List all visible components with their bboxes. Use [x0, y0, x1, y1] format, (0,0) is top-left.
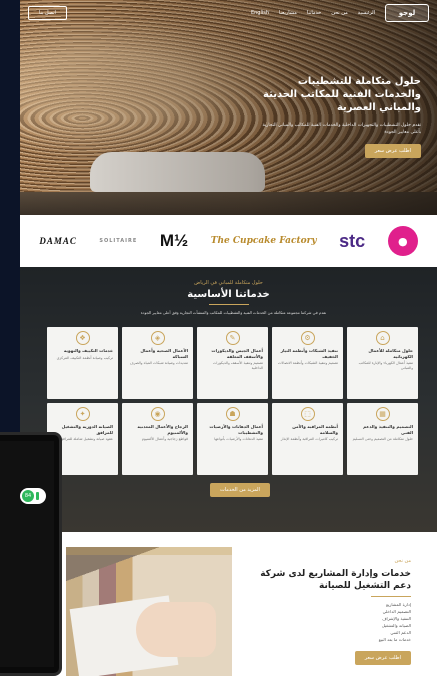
tablet-mockup	[0, 432, 62, 676]
list-item: خدمات ما بعد البيع	[378, 637, 411, 642]
service-card-title: تنفيذ الشبكات وأنظمة التيار الخفيف	[280, 348, 338, 359]
service-card-title: الزجاج والأعمال المعدنية والألمنيوم	[137, 424, 188, 435]
service-card-title: أنظمة المراقبة والأمن والسلامة	[292, 424, 338, 435]
service-card[interactable]: ▦ التصميم والتنفيذ والدعم الفني حلول متك…	[347, 403, 418, 475]
client-logo-half-m: ½M	[159, 231, 189, 250]
service-card[interactable]: ⌂ حلول متكاملة للأعمال الكهربائية تنفيذ …	[347, 327, 418, 399]
hero-text: حلول متكاملة للتشطيبات والخدمات الفنية ل…	[251, 75, 421, 158]
security-icon: ⬚	[300, 407, 315, 421]
nav-item-english[interactable]: English	[251, 10, 269, 16]
photo-hand	[136, 602, 216, 657]
maintenance-icon: ✦	[75, 407, 90, 421]
nav-item-home[interactable]: الرئيسية	[358, 10, 375, 16]
service-card-title: الأعمال الصحية وأعمال السباكة	[140, 348, 188, 359]
service-card-desc: تنفيذ أعمال الكهرباء والإنارة للمكاتب وا…	[358, 361, 413, 370]
background-panel	[0, 0, 20, 432]
client-logo-cupcake-factory: The Cupcake Factory	[210, 235, 317, 246]
service-card-desc: تركيب وصيانة أنظمة التكييف المركزي	[56, 355, 113, 360]
client-logo-pink: ●	[387, 226, 418, 256]
service-card-desc: تنفيذ الدهانات والأرضيات بأنواعها	[214, 437, 263, 441]
project-title: خدمات وإدارة المشاريع لدى شركة دعم التشغ…	[260, 569, 411, 591]
brand-logo[interactable]: لوجو	[385, 4, 429, 22]
page: لوجو الرئيسية من نحن خدماتنا مشاريعنا En…	[0, 0, 437, 676]
service-card-desc: تركيب كاميرات المراقبة وأنظمة الإنذار	[280, 437, 338, 441]
service-card[interactable]: ❖ خدمات التكييف والتهوية تركيب وصيانة أن…	[47, 327, 118, 399]
status-indicator-icon	[36, 492, 39, 500]
service-card[interactable]: ✎ أعمال الجبس والديكورات والأسقف المعلقة…	[197, 327, 268, 399]
nav-item-projects[interactable]: مشاريعنا	[279, 10, 297, 16]
plumbing-icon: ◈	[150, 331, 165, 345]
services-grid: ⌂ حلول متكاملة للأعمال الكهربائية تنفيذ …	[47, 327, 418, 475]
services-divider	[208, 304, 249, 305]
service-card[interactable]: ⚙ تنفيذ الشبكات وأنظمة التيار الخفيف تصم…	[272, 327, 343, 399]
services-intro: نقدم في شركتنا مجموعة متكاملة من الخدمات…	[140, 310, 327, 315]
service-card-desc: تمديدات وصيانة شبكات المياه والصرف	[129, 361, 188, 365]
list-item: التنفيذ والإشراف	[382, 616, 411, 621]
glass-icon: ◉	[150, 407, 165, 421]
project-divider	[371, 596, 411, 597]
photo-accent-frame	[66, 547, 232, 555]
hero-title: حلول متكاملة للتشطيبات والخدمات الفنية ل…	[263, 76, 421, 113]
status-badge[interactable]: 84	[20, 488, 46, 504]
list-item: إدارة المشاريع	[385, 602, 411, 607]
services-title: خدماتنا الأساسية	[187, 289, 270, 300]
network-icon: ⚙	[300, 331, 315, 345]
service-card-title: التصميم والتنفيذ والدعم الفني	[363, 424, 413, 435]
client-logo-solitaire: SOLITAIRE	[99, 238, 138, 244]
services-subtitle: حلول متكاملة للمباني في الرياض	[194, 280, 263, 286]
service-card-title: الصيانة الدورية والتشغيل للمرافق	[61, 424, 113, 435]
gypsum-icon: ✎	[225, 331, 240, 345]
service-card-title: أعمال الجبس والديكورات والأسقف المعلقة	[211, 348, 263, 359]
client-logo-stc: stc	[339, 230, 366, 251]
service-card-desc: تصميم وتنفيذ الأسقف والديكورات الداخلية	[213, 361, 263, 370]
hero-paragraph: نقدم حلول التشطيبات والتجهيزات الداخلية …	[262, 123, 421, 135]
hero-section: لوجو الرئيسية من نحن خدماتنا مشاريعنا En…	[20, 0, 437, 215]
service-card-desc: تصميم وتنفيذ الشبكات وأنظمة الاتصالات	[277, 361, 338, 365]
service-card-title: أعمال الدهانات والأرضيات والتشطيبات	[209, 424, 263, 435]
service-card-title: حلول متكاملة للأعمال الكهربائية	[368, 348, 413, 359]
list-item: التصميم الداخلي	[382, 609, 411, 614]
project-quote-button[interactable]: اطلب عرض سعر	[354, 651, 411, 665]
service-card[interactable]: ◈ الأعمال الصحية وأعمال السباكة تمديدات …	[122, 327, 193, 399]
clients-bar: ● stc The Cupcake Factory ½M SOLITAIRE D…	[20, 215, 437, 267]
nav-item-services[interactable]: خدماتنا	[307, 10, 321, 16]
list-item: الدعم الفني	[390, 630, 411, 635]
list-item: الصيانة والتشغيل	[381, 623, 411, 628]
hvac-icon: ❖	[75, 331, 90, 345]
contact-button[interactable]: اتصل بنا	[28, 6, 67, 20]
service-card[interactable]: ◉ الزجاج والأعمال المعدنية والألمنيوم قو…	[122, 403, 193, 475]
main-nav: لوجو الرئيسية من نحن خدماتنا مشاريعنا En…	[20, 0, 437, 26]
nav-item-about[interactable]: من نحن	[331, 10, 348, 16]
more-services-button[interactable]: المزيد من الخدمات	[210, 483, 270, 497]
client-logo-damac: DAMAC	[39, 236, 77, 246]
services-section: حلول متكاملة للمباني في الرياض خدماتنا ا…	[20, 267, 437, 532]
project-text: من نحن خدمات وإدارة المشاريع لدى شركة دع…	[241, 558, 411, 665]
service-card-desc: قواطع زجاجية وأعمال الألمنيوم	[141, 437, 188, 441]
design-work-photo	[66, 547, 232, 676]
paint-icon: ☗	[225, 407, 240, 421]
project-subtitle: من نحن	[394, 558, 412, 564]
service-card-desc: حلول متكاملة من التصميم وحتى التسليم	[352, 437, 413, 441]
project-management-section: من نحن خدمات وإدارة المشاريع لدى شركة دع…	[20, 532, 437, 676]
service-card-title: خدمات التكييف والتهوية	[63, 348, 113, 353]
hero-quote-button[interactable]: اطلب عرض سعر	[364, 144, 421, 158]
electric-icon: ⌂	[375, 331, 390, 345]
project-list: إدارة المشاريع التصميم الداخلي التنفيذ و…	[241, 601, 411, 643]
design-icon: ▦	[375, 407, 390, 421]
service-card[interactable]: ☗ أعمال الدهانات والأرضيات والتشطيبات تن…	[197, 403, 268, 475]
service-card[interactable]: ⬚ أنظمة المراقبة والأمن والسلامة تركيب ك…	[272, 403, 343, 475]
tablet-screen	[0, 441, 54, 667]
status-dot: 84	[22, 490, 34, 502]
